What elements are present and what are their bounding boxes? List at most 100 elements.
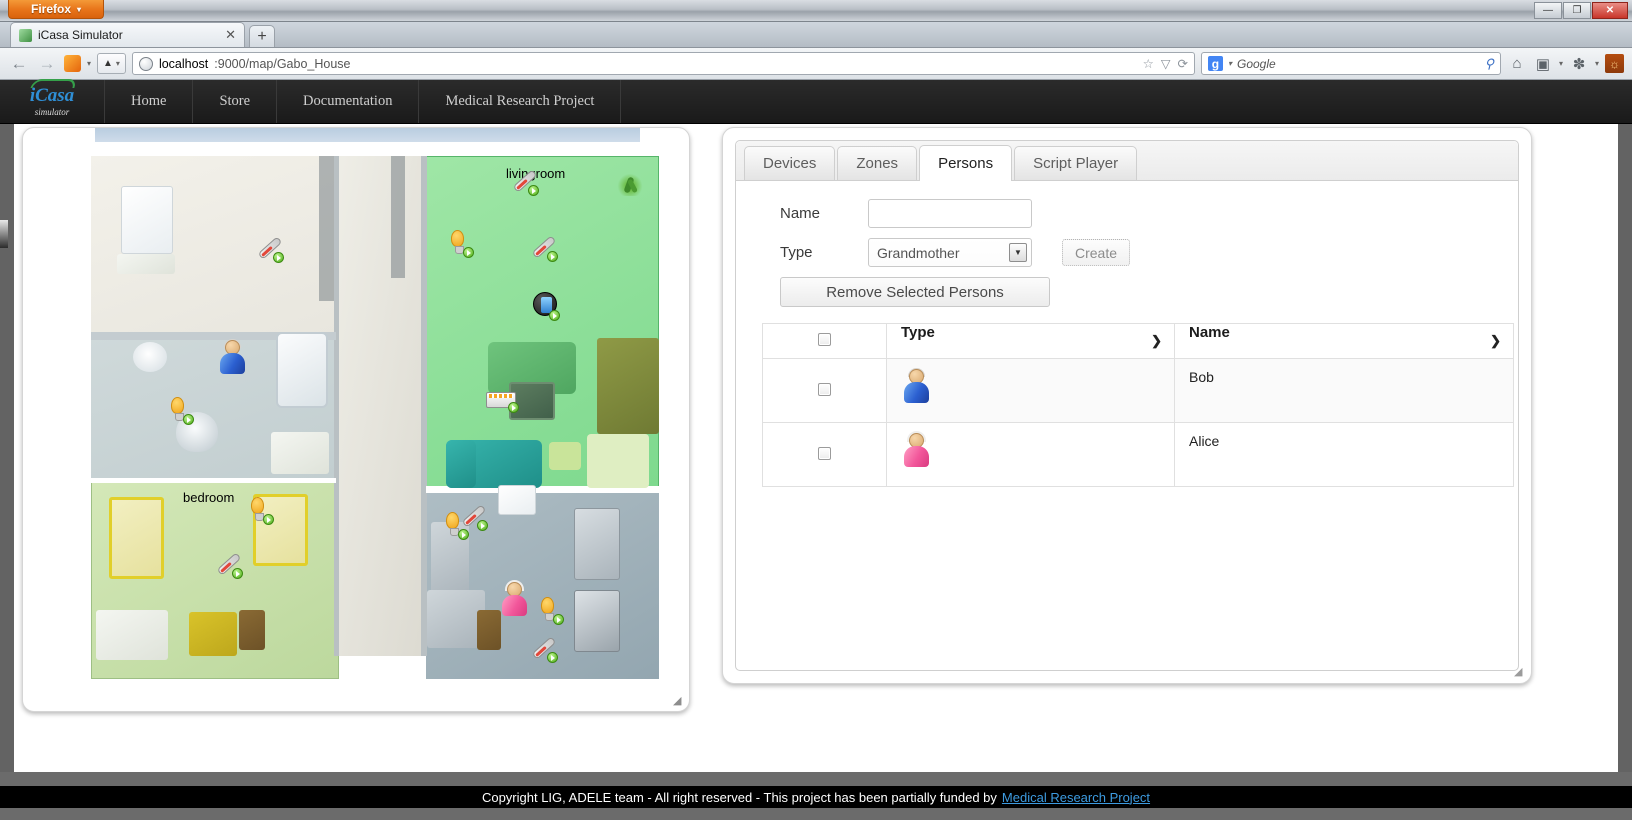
tab-label: Devices bbox=[763, 155, 817, 172]
chevron-down-icon[interactable]: ❯ bbox=[1151, 333, 1162, 349]
nav-item-store[interactable]: Store bbox=[193, 80, 278, 123]
device-light[interactable] bbox=[451, 230, 477, 258]
chevron-down-icon[interactable]: ▽ bbox=[1161, 56, 1171, 71]
device-light[interactable] bbox=[446, 512, 472, 540]
nav-item-documentation[interactable]: Documentation bbox=[277, 80, 420, 123]
chevron-down-icon[interactable]: ▾ bbox=[1595, 59, 1599, 68]
tab-persons[interactable]: Persons bbox=[919, 145, 1013, 181]
search-icon[interactable]: ⚲ bbox=[1484, 56, 1494, 72]
browser-tab-icasa-simulator[interactable]: iCasa Simulator ✕ bbox=[10, 22, 245, 47]
bookmark-star-icon[interactable]: ☆ bbox=[1143, 56, 1154, 71]
map-person-alice[interactable] bbox=[499, 580, 529, 616]
status-led-icon bbox=[183, 414, 194, 425]
map-person-bob[interactable] bbox=[217, 339, 247, 374]
tab-zones[interactable]: Zones bbox=[837, 146, 918, 180]
home-icon[interactable]: ⌂ bbox=[1507, 55, 1527, 72]
tab-panel-persons: Name Type Grandmother ▼ Create Remove Se… bbox=[736, 181, 1518, 670]
select-all-checkbox[interactable] bbox=[818, 332, 831, 346]
table-row[interactable]: Bob bbox=[762, 358, 1514, 423]
row-select-cell[interactable] bbox=[762, 422, 887, 487]
floorplan: livingroom bedroom bbox=[91, 142, 669, 702]
nav-label: Store bbox=[219, 93, 251, 109]
column-header-select-all[interactable] bbox=[762, 323, 887, 359]
column-header-name[interactable]: Name ❯ bbox=[1174, 323, 1514, 359]
close-button[interactable]: ✕ bbox=[1592, 2, 1628, 19]
forward-icon[interactable]: → bbox=[36, 54, 58, 74]
device-thermometer[interactable] bbox=[531, 235, 558, 262]
maximize-button[interactable]: ❐ bbox=[1563, 2, 1591, 19]
room-corridor bbox=[334, 156, 426, 656]
addons-icon[interactable]: ✽ bbox=[1569, 55, 1589, 73]
type-label: Type bbox=[780, 244, 813, 261]
chevron-down-icon[interactable]: ▾ bbox=[87, 59, 91, 68]
device-light[interactable] bbox=[171, 397, 197, 425]
firefox-menu-button[interactable]: Firefox ▾ bbox=[8, 0, 104, 19]
row-checkbox[interactable] bbox=[818, 382, 831, 396]
tab-devices[interactable]: Devices bbox=[744, 146, 836, 180]
map-resize-handle[interactable]: ◢ bbox=[673, 696, 685, 708]
maximize-icon: ❐ bbox=[1572, 5, 1582, 16]
status-led-icon bbox=[547, 652, 558, 663]
nav-item-medical-research-project[interactable]: Medical Research Project bbox=[419, 80, 622, 123]
furniture-bathtub bbox=[276, 332, 328, 408]
type-select-value: Grandmother bbox=[877, 244, 960, 261]
furniture-chest bbox=[189, 612, 237, 656]
row-type-cell bbox=[886, 422, 1175, 487]
device-thermometer[interactable] bbox=[257, 236, 284, 263]
avatar bbox=[901, 431, 931, 467]
back-icon[interactable]: ← bbox=[8, 54, 30, 74]
site-logo[interactable]: iCasa simulator bbox=[0, 79, 105, 123]
device-light[interactable] bbox=[251, 497, 277, 525]
type-select[interactable]: Grandmother ▼ bbox=[868, 238, 1032, 267]
form-row-name: Name bbox=[758, 199, 1496, 228]
device-thermometer[interactable] bbox=[512, 169, 539, 196]
url-host: localhost bbox=[158, 56, 209, 71]
row-name-cell: Bob bbox=[1174, 358, 1514, 423]
device-thermometer[interactable] bbox=[531, 636, 558, 663]
browser-toolbar: ← → ▾ ▲ ▾ localhost:9000/map/Gabo_House … bbox=[0, 48, 1632, 80]
name-input[interactable] bbox=[868, 199, 1032, 228]
wall bbox=[91, 478, 336, 483]
device-light[interactable] bbox=[541, 597, 567, 625]
grandmother-avatar bbox=[901, 431, 935, 473]
new-tab-button[interactable]: + bbox=[249, 25, 275, 47]
status-led-icon bbox=[553, 614, 564, 625]
url-bar[interactable]: localhost:9000/map/Gabo_House ☆ ▽ ⟳ bbox=[131, 52, 1195, 75]
reload-icon[interactable]: ⟳ bbox=[1177, 56, 1187, 71]
house-map[interactable]: livingroom bedroom bbox=[91, 128, 669, 706]
tab-close-icon[interactable]: ✕ bbox=[225, 27, 236, 43]
menu-icon[interactable]: ☼ bbox=[1605, 54, 1624, 73]
status-led-icon bbox=[528, 185, 539, 196]
page-content: iCasa simulator Home Store Documentation… bbox=[0, 79, 1632, 808]
tab-label: Persons bbox=[938, 155, 994, 172]
column-header-type[interactable]: Type ❯ bbox=[886, 323, 1175, 359]
device-heater[interactable] bbox=[486, 392, 520, 418]
chevron-down-icon[interactable]: ▾ bbox=[1559, 59, 1563, 68]
minimize-button[interactable]: — bbox=[1534, 2, 1562, 19]
brand-text: iCasa bbox=[29, 85, 75, 106]
body-icon bbox=[904, 382, 929, 403]
identity-button[interactable]: ▲ ▾ bbox=[97, 53, 126, 74]
footer-link-medical-research-project[interactable]: Medical Research Project bbox=[1002, 790, 1150, 805]
create-button[interactable]: Create bbox=[1062, 239, 1130, 266]
device-thermometer[interactable] bbox=[216, 552, 243, 579]
row-type-cell bbox=[886, 358, 1175, 423]
firefox-logo-icon[interactable] bbox=[64, 55, 81, 72]
search-bar[interactable]: g ▾ Google ⚲ bbox=[1200, 52, 1501, 75]
table-row[interactable]: Alice bbox=[762, 422, 1514, 487]
row-checkbox[interactable] bbox=[818, 446, 831, 460]
panel-resize-handle[interactable]: ◢ bbox=[1514, 667, 1526, 679]
chevron-down-icon[interactable]: ❯ bbox=[1490, 333, 1501, 349]
tab-script-player[interactable]: Script Player bbox=[1014, 146, 1138, 180]
house-map-panel[interactable]: livingroom bedroom bbox=[22, 127, 690, 712]
device-media-player[interactable] bbox=[533, 292, 560, 321]
furniture-dresser bbox=[96, 610, 168, 660]
row-select-cell[interactable] bbox=[762, 358, 887, 423]
bookmarks-icon[interactable]: ▣ bbox=[1533, 55, 1553, 73]
chevron-down-icon[interactable]: ▾ bbox=[1228, 59, 1232, 68]
search-input[interactable]: Google bbox=[1237, 57, 1276, 71]
nav-item-home[interactable]: Home bbox=[105, 80, 194, 123]
control-panel: Devices Zones Persons Script Player Name… bbox=[722, 127, 1532, 684]
remove-selected-persons-button[interactable]: Remove Selected Persons bbox=[780, 277, 1050, 307]
chevron-down-icon[interactable]: ▼ bbox=[1009, 243, 1027, 262]
